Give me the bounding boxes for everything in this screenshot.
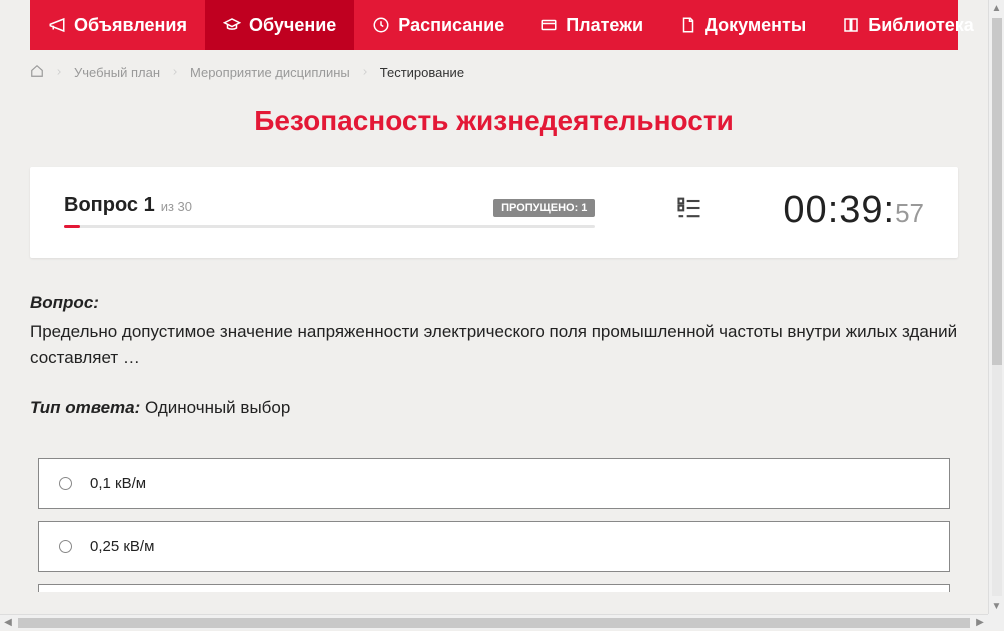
timer: 00:39:57 <box>783 189 924 232</box>
nav-education[interactable]: Обучение <box>205 0 354 50</box>
radio-icon <box>59 540 72 553</box>
nav-label: Документы <box>705 15 806 36</box>
vertical-scrollbar[interactable]: ▲ ▼ <box>988 0 1004 614</box>
megaphone-icon <box>48 16 66 34</box>
scroll-thumb[interactable] <box>18 618 970 628</box>
question-text: Предельно допустимое значение напряженно… <box>30 319 958 372</box>
timer-seconds: 57 <box>895 198 924 229</box>
nav-payments[interactable]: Платежи <box>522 0 661 50</box>
clock-icon <box>372 16 390 34</box>
answer-type-block: Тип ответа: Одиночный выбор <box>30 398 958 418</box>
nav-label: Обучение <box>249 15 336 36</box>
scroll-track[interactable] <box>992 18 1002 596</box>
nav-label: Расписание <box>398 15 504 36</box>
scroll-down-arrow-icon[interactable]: ▼ <box>989 598 1004 614</box>
answer-type-label: Тип ответа: <box>30 398 140 417</box>
answer-option[interactable]: 0,25 кВ/м <box>38 521 950 572</box>
top-navigation: Объявления Обучение Расписание Платежи Д… <box>30 0 958 50</box>
answer-list: 0,1 кВ/м 0,25 кВ/м <box>30 458 958 592</box>
question-total: из 30 <box>161 199 192 214</box>
scroll-track[interactable] <box>18 618 970 628</box>
scroll-left-arrow-icon[interactable]: ◀ <box>0 615 16 631</box>
file-icon <box>679 16 697 34</box>
chevron-right-icon <box>54 65 64 80</box>
home-icon[interactable] <box>30 64 44 81</box>
question-list-button[interactable] <box>675 194 703 227</box>
question-block: Вопрос: Предельно допустимое значение на… <box>30 293 958 372</box>
chevron-right-icon <box>360 65 370 80</box>
progress-fill <box>64 225 80 228</box>
breadcrumb: Учебный план Мероприятие дисциплины Тест… <box>30 50 958 95</box>
radio-icon <box>59 477 72 490</box>
nav-label: Объявления <box>74 15 187 36</box>
breadcrumb-study-plan[interactable]: Учебный план <box>74 65 160 80</box>
answer-option[interactable]: 0,1 кВ/м <box>38 458 950 509</box>
question-status-panel: Вопрос 1 из 30 ПРОПУЩЕНО: 1 00:39:57 <box>30 167 958 258</box>
answer-option[interactable] <box>38 584 950 592</box>
breadcrumb-discipline-event[interactable]: Мероприятие дисциплины <box>190 65 350 80</box>
card-icon <box>540 16 558 34</box>
scroll-up-arrow-icon[interactable]: ▲ <box>989 0 1004 16</box>
chevron-right-icon <box>170 65 180 80</box>
progress-bar <box>64 225 595 228</box>
nav-label: Платежи <box>566 15 643 36</box>
question-number: Вопрос 1 <box>64 194 155 217</box>
graduation-icon <box>223 16 241 34</box>
answer-type-value: Одиночный выбор <box>140 398 290 417</box>
scroll-right-arrow-icon[interactable]: ▶ <box>972 615 988 631</box>
timer-minutes: 00:39: <box>783 189 895 232</box>
scroll-thumb[interactable] <box>992 18 1002 365</box>
nav-schedule[interactable]: Расписание <box>354 0 522 50</box>
page-title: Безопасность жизнедеятельности <box>30 105 958 137</box>
scrollbar-corner <box>988 614 1004 630</box>
nav-announcements[interactable]: Объявления <box>30 0 205 50</box>
skipped-badge: ПРОПУЩЕНО: 1 <box>493 199 595 217</box>
nav-documents[interactable]: Документы <box>661 0 824 50</box>
horizontal-scrollbar[interactable]: ◀ ▶ <box>0 614 988 630</box>
book-icon <box>842 16 860 34</box>
answer-text: 0,1 кВ/м <box>90 475 146 492</box>
breadcrumb-testing: Тестирование <box>380 65 464 80</box>
nav-library[interactable]: Библиотека <box>824 0 1004 50</box>
question-label: Вопрос: <box>30 293 958 313</box>
answer-text: 0,25 кВ/м <box>90 538 154 555</box>
nav-label: Библиотека <box>868 15 974 36</box>
